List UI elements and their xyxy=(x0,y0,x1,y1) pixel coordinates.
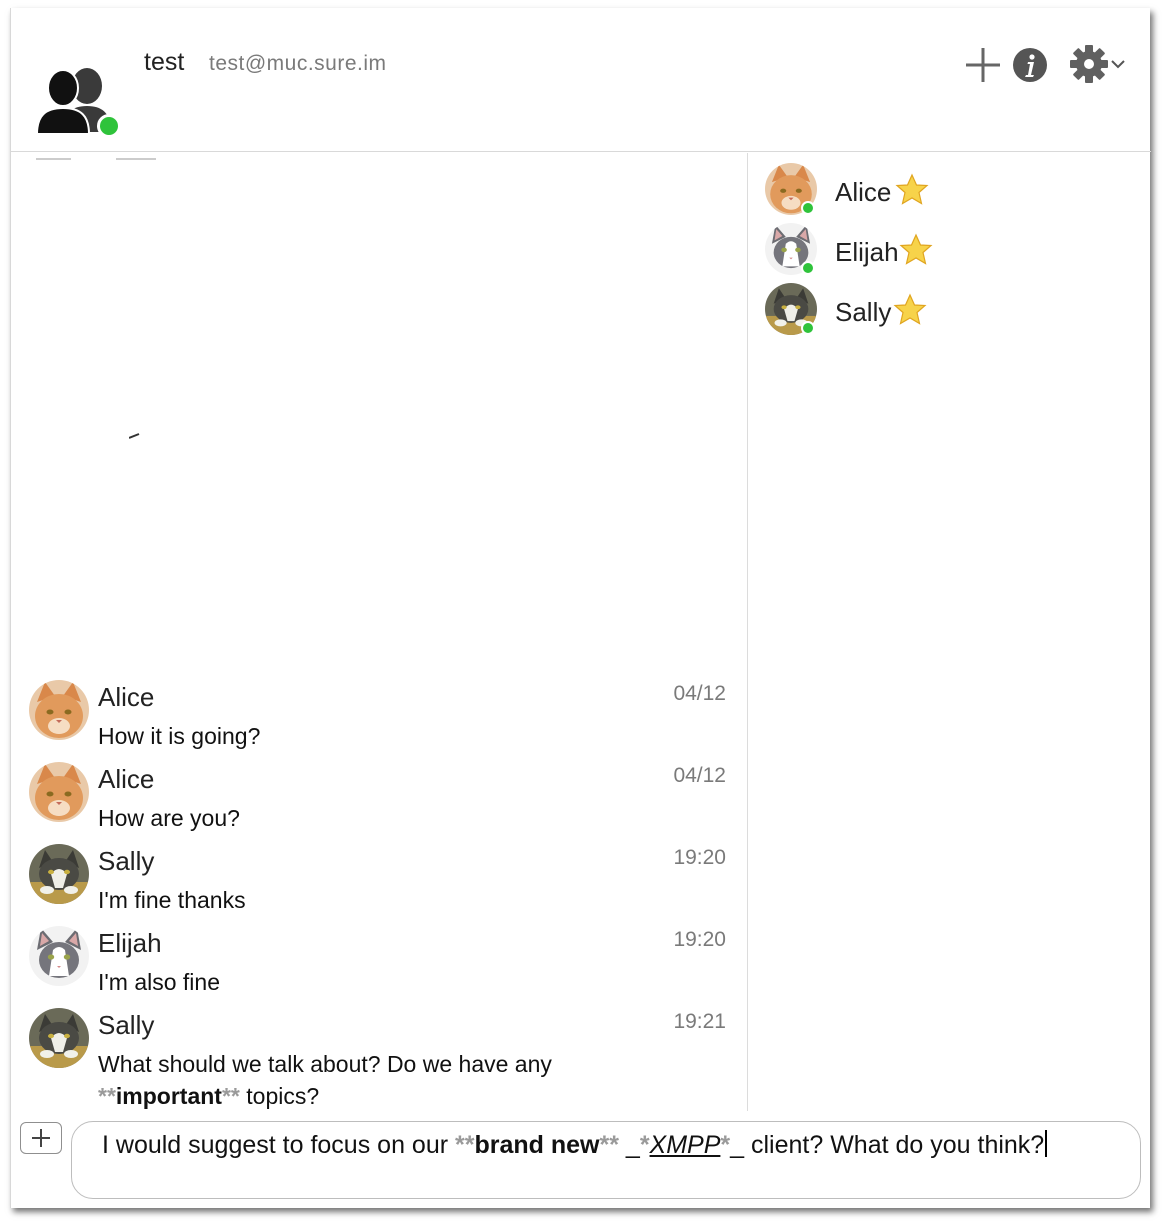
markdown-marker: ** xyxy=(599,1131,619,1159)
settings-menu-button[interactable] xyxy=(1066,44,1128,84)
avatar-alice[interactable] xyxy=(29,762,89,822)
message-text-line: What should we talk about? Do we have an… xyxy=(98,1051,552,1077)
input-segment: _ client? What do you think? xyxy=(730,1131,1045,1159)
chat-jid: test@muc.sure.im xyxy=(209,52,387,75)
presence-online-indicator xyxy=(801,321,815,335)
message-text: How it is going? xyxy=(98,723,261,749)
message-time: 04/12 xyxy=(673,682,726,705)
message-text: I'm also fine xyxy=(98,969,220,995)
avatar-alice[interactable] xyxy=(29,680,89,740)
italic-text: XMPP xyxy=(649,1131,721,1159)
message-sender: Sally xyxy=(98,1010,155,1040)
message-text-tail: topics? xyxy=(239,1083,320,1109)
scroll-artifact xyxy=(129,433,140,439)
message-item: Elijah 19:20 I'm also fine xyxy=(11,926,747,1008)
markdown-marker: ** xyxy=(221,1083,240,1109)
occupant-sally[interactable]: Sally xyxy=(765,283,1065,339)
message-time: 19:20 xyxy=(673,846,726,869)
room-presence-indicator xyxy=(97,114,121,138)
message-item: Sally 19:20 I'm fine thanks xyxy=(11,844,747,926)
star-icon xyxy=(895,173,929,205)
message-sender: Alice xyxy=(98,682,155,712)
message-item: Alice 04/12 How it is going? xyxy=(11,680,747,762)
info-icon xyxy=(1013,48,1047,82)
input-segment: _ xyxy=(618,1131,640,1159)
message-input-text[interactable]: I would suggest to focus on our **brand … xyxy=(102,1129,1102,1161)
occupant-list: Alice Elijah Sally xyxy=(749,153,1151,1111)
message-time: 04/12 xyxy=(673,764,726,787)
avatar-elijah[interactable] xyxy=(29,926,89,986)
message-time: 19:20 xyxy=(673,928,726,951)
message-item: Sally 19:21 What should we talk about? D… xyxy=(11,1008,747,1111)
occupant-name: Elijah xyxy=(835,237,899,267)
markdown-marker: * xyxy=(639,1131,650,1159)
message-input[interactable]: I would suggest to focus on our **brand … xyxy=(71,1121,1141,1199)
occupant-alice[interactable]: Alice xyxy=(765,163,1065,219)
message-item: Alice 04/12 How are you? xyxy=(11,762,747,844)
star-icon xyxy=(899,233,933,265)
presence-online-indicator xyxy=(801,201,815,215)
chevron-down-icon xyxy=(1111,60,1125,69)
info-button[interactable] xyxy=(1011,46,1049,84)
chat-header: test test@muc.sure.im xyxy=(11,8,1151,152)
avatar-sally[interactable] xyxy=(29,844,89,904)
input-segment: I would suggest to focus on our xyxy=(102,1131,455,1159)
star-icon xyxy=(893,293,927,325)
add-icon xyxy=(966,48,1000,82)
occupant-name: Alice xyxy=(835,177,892,207)
message-list[interactable]: Alice 04/12 How it is going? Alice 04/12 xyxy=(11,153,748,1111)
attach-button[interactable] xyxy=(20,1122,62,1154)
message-sender: Elijah xyxy=(98,928,162,958)
add-button[interactable] xyxy=(964,46,1002,84)
message-text: How are you? xyxy=(98,805,240,831)
message-sender: Sally xyxy=(98,846,155,876)
message-text: I'm fine thanks xyxy=(98,887,246,913)
avatar-sally[interactable] xyxy=(29,1008,89,1068)
chat-title: test xyxy=(144,48,185,76)
presence-online-indicator xyxy=(801,261,815,275)
scrolled-text-remnant xyxy=(36,158,156,160)
message-sender: Alice xyxy=(98,764,155,794)
message-time: 19:21 xyxy=(673,1010,726,1033)
markdown-marker: ** xyxy=(455,1131,475,1159)
message-text: What should we talk about? Do we have an… xyxy=(98,1048,658,1111)
text-caret xyxy=(1045,1130,1048,1157)
markdown-marker: ** xyxy=(98,1083,116,1109)
occupant-elijah[interactable]: Elijah xyxy=(765,223,1065,279)
occupant-name: Sally xyxy=(835,297,892,327)
bold-text: important xyxy=(115,1083,222,1109)
markdown-marker: * xyxy=(720,1131,731,1159)
gear-icon xyxy=(1070,45,1108,83)
chat-window: test test@muc.sure.im Alice 04/12 How it… xyxy=(10,8,1151,1208)
attach-plus-icon xyxy=(32,1129,50,1147)
bold-text: brand new xyxy=(474,1131,600,1159)
